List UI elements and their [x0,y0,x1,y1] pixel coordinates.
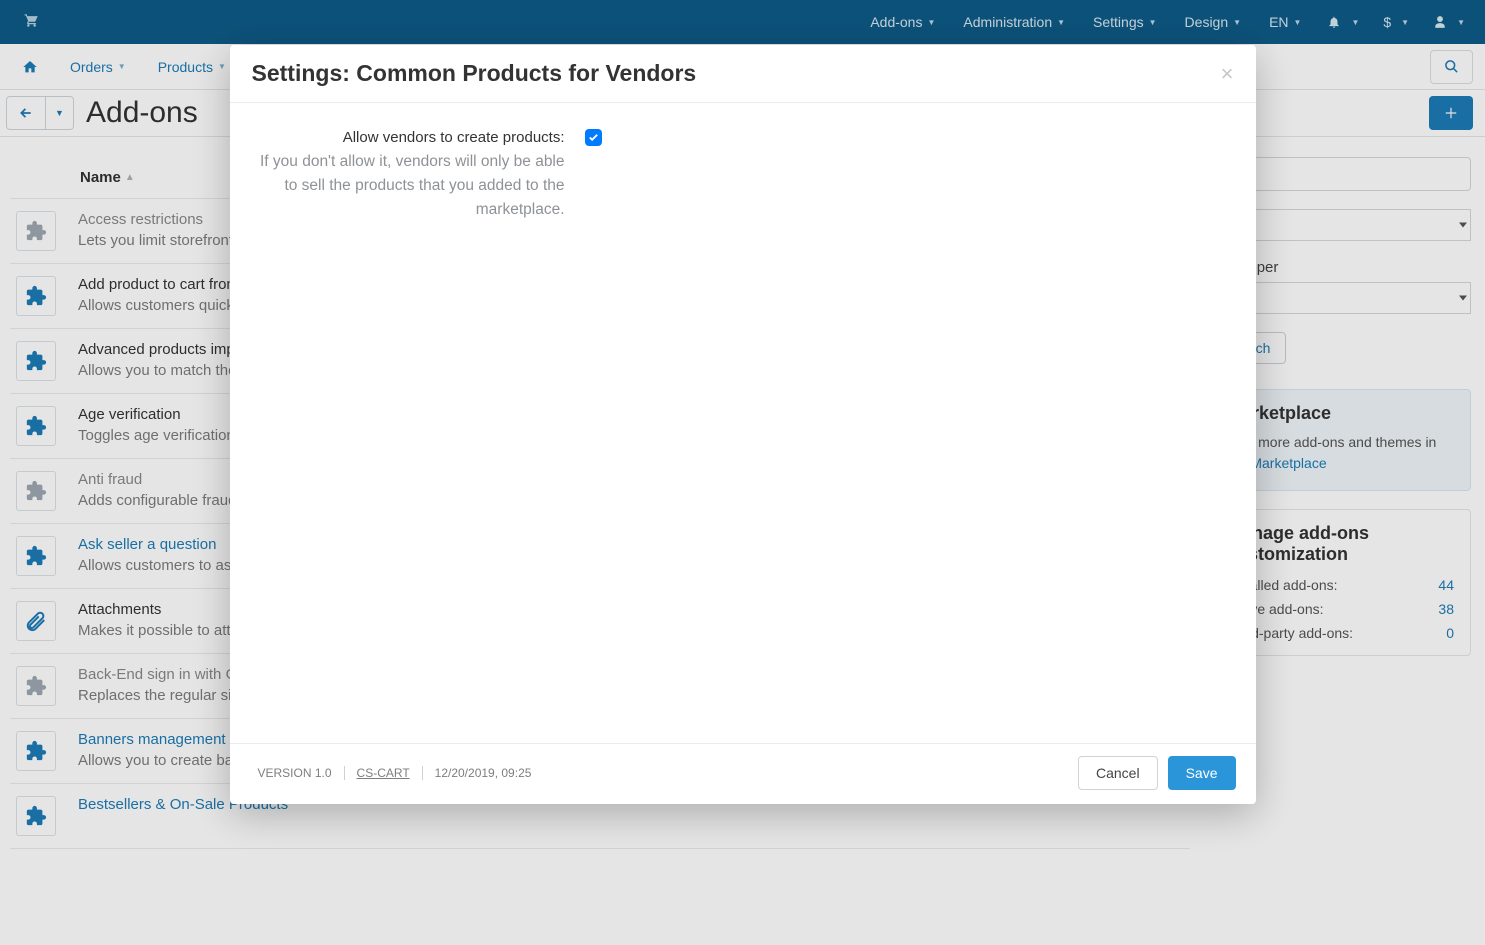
developer-link[interactable]: CS-CART [357,766,410,780]
setting-row: Allow vendors to create products: If you… [260,127,1226,222]
settings-modal: Settings: Common Products for Vendors × … [230,45,1256,804]
version-label: VERSION 1.0 [258,766,332,780]
close-icon[interactable]: × [1221,63,1234,85]
allow-vendors-checkbox[interactable] [585,129,602,146]
save-button[interactable]: Save [1168,756,1236,790]
cancel-button[interactable]: Cancel [1078,756,1158,790]
modal-overlay: Settings: Common Products for Vendors × … [0,0,1485,945]
modal-date: 12/20/2019, 09:25 [435,766,532,780]
setting-label: Allow vendors to create products: [260,127,565,148]
setting-hint: If you don't allow it, vendors will only… [260,150,565,222]
modal-title: Settings: Common Products for Vendors [252,60,1221,87]
